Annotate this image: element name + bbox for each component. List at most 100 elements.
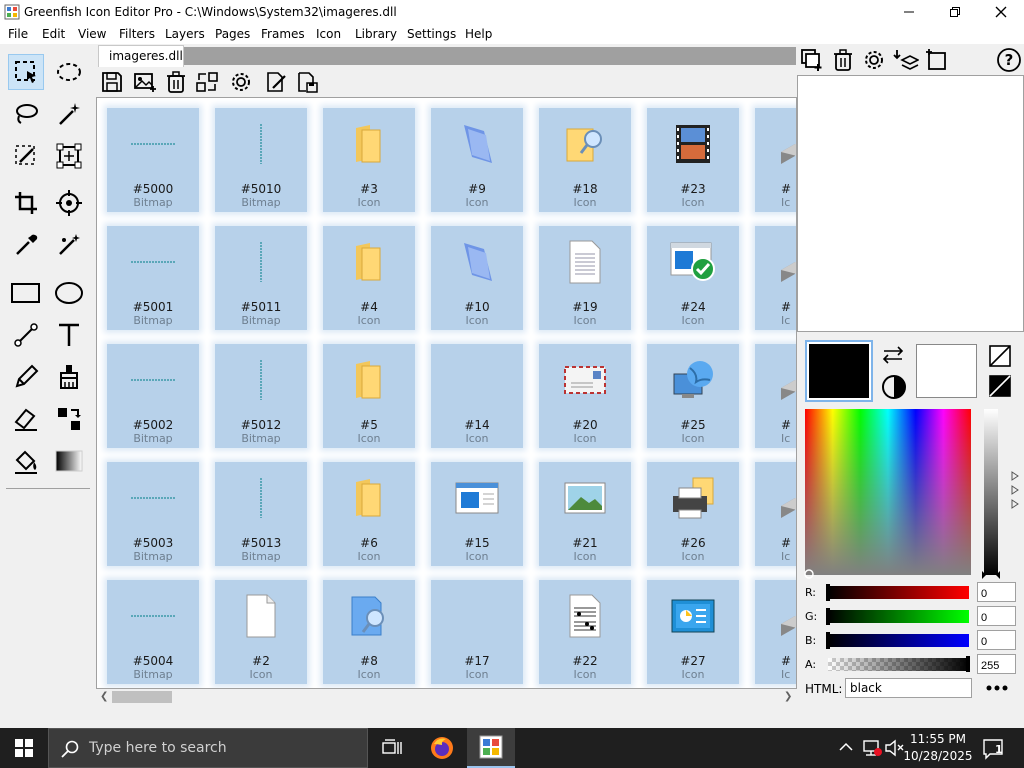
resource-tile[interactable]: #5001 Bitmap xyxy=(107,226,199,330)
resource-tile[interactable]: #27 Icon xyxy=(647,580,739,684)
color-picker-tool[interactable] xyxy=(8,227,44,263)
resource-tile[interactable]: #23 Icon xyxy=(647,108,739,212)
firefox-button[interactable] xyxy=(418,728,466,768)
resource-tile[interactable]: #14 Icon xyxy=(431,344,523,448)
save-resource-button[interactable] xyxy=(292,67,322,97)
scroll-left-icon[interactable]: ❮ xyxy=(100,691,108,702)
resource-tile[interactable]: #17 Icon xyxy=(431,580,523,684)
ellipse-select-tool[interactable] xyxy=(51,54,87,90)
color-replace-tool[interactable] xyxy=(51,227,87,263)
resource-tile[interactable]: #5002 Bitmap xyxy=(107,344,199,448)
color-spectrum[interactable] xyxy=(805,409,971,575)
minimize-button[interactable] xyxy=(886,0,932,24)
resource-tile[interactable]: #25 Icon xyxy=(647,344,739,448)
start-button[interactable] xyxy=(0,728,48,768)
delete-layer-button[interactable] xyxy=(829,46,857,74)
resource-tile[interactable]: #5003 Bitmap xyxy=(107,462,199,566)
menu-icon[interactable]: Icon xyxy=(316,27,341,41)
add-frame-button[interactable] xyxy=(922,46,950,74)
resource-tile-partial[interactable]: # Ic xyxy=(755,344,796,448)
transparent-color-icon[interactable] xyxy=(989,345,1011,367)
menu-pages[interactable]: Pages xyxy=(215,27,250,41)
spectrum-cursor-icon[interactable] xyxy=(803,568,815,580)
resource-tile[interactable]: #5010 Bitmap xyxy=(215,108,307,212)
layer-properties-button[interactable] xyxy=(860,46,888,74)
resource-tile-partial[interactable]: # Ic xyxy=(755,226,796,330)
resource-tile[interactable]: #20 Icon xyxy=(539,344,631,448)
crop-tool[interactable] xyxy=(8,185,44,221)
import-image-button[interactable] xyxy=(130,67,160,97)
inverted-color-icon[interactable] xyxy=(989,375,1011,397)
scroll-right-icon[interactable]: ❯ xyxy=(784,691,792,702)
merge-layers-button[interactable] xyxy=(892,46,920,74)
resource-tile[interactable]: #6 Icon xyxy=(323,462,415,566)
resource-tile[interactable]: #26 Icon xyxy=(647,462,739,566)
html-color-field[interactable] xyxy=(845,678,972,698)
resource-tile-partial[interactable]: # Ic xyxy=(755,462,796,566)
save-button[interactable] xyxy=(97,67,127,97)
help-button[interactable]: ? xyxy=(995,46,1023,74)
resource-tile[interactable]: #5012 Bitmap xyxy=(215,344,307,448)
menu-settings[interactable]: Settings xyxy=(407,27,456,41)
pencil-tool[interactable] xyxy=(8,359,44,395)
icon-editor-taskbar-button[interactable] xyxy=(467,728,515,768)
transform-tool[interactable] xyxy=(51,138,87,174)
rectangle-tool[interactable] xyxy=(8,275,44,311)
menu-help[interactable]: Help xyxy=(465,27,492,41)
gradient-tool[interactable] xyxy=(51,443,87,479)
magic-wand-tool[interactable] xyxy=(51,96,87,132)
resource-tile[interactable]: #5011 Bitmap xyxy=(215,226,307,330)
secondary-color-swatch[interactable] xyxy=(916,344,977,398)
resource-tile[interactable]: #2 Icon xyxy=(215,580,307,684)
replace-button[interactable] xyxy=(192,67,222,97)
rect-select-tool[interactable] xyxy=(8,54,44,90)
ellipse-tool[interactable] xyxy=(51,275,87,311)
resource-tile[interactable]: #4 Icon xyxy=(323,226,415,330)
resource-tile[interactable]: #19 Icon xyxy=(539,226,631,330)
resource-tile[interactable]: #22 Icon xyxy=(539,580,631,684)
system-clock[interactable]: 11:55 PM 10/28/2025 xyxy=(900,731,976,765)
resource-tile[interactable]: #3 Icon xyxy=(323,108,415,212)
red-value-field[interactable] xyxy=(977,582,1016,602)
resource-tile[interactable]: #15 Icon xyxy=(431,462,523,566)
swap-colors-icon[interactable] xyxy=(880,345,906,365)
resource-tile[interactable]: #8 Icon xyxy=(323,580,415,684)
resource-tile[interactable]: #21 Icon xyxy=(539,462,631,566)
resource-tile[interactable]: #9 Icon xyxy=(431,108,523,212)
text-tool[interactable] xyxy=(51,317,87,353)
menu-layers[interactable]: Layers xyxy=(165,27,205,41)
resource-tile-partial[interactable]: # Ic xyxy=(755,580,796,684)
blue-value-field[interactable] xyxy=(977,630,1016,650)
swap-colors-tool[interactable] xyxy=(51,401,87,437)
menu-file[interactable]: File xyxy=(8,27,28,41)
green-value-field[interactable] xyxy=(977,606,1016,626)
brush-tool[interactable] xyxy=(51,359,87,395)
fill-tool[interactable] xyxy=(8,443,44,479)
network-icon[interactable] xyxy=(862,739,882,757)
resource-tile[interactable]: #18 Icon xyxy=(539,108,631,212)
menu-frames[interactable]: Frames xyxy=(261,27,305,41)
resource-tile[interactable]: #5004 Bitmap xyxy=(107,580,199,684)
horizontal-scrollbar[interactable]: ❮ ❯ xyxy=(96,689,797,706)
primary-color-swatch[interactable] xyxy=(805,340,873,402)
lasso-tool[interactable] xyxy=(8,96,44,132)
properties-button[interactable] xyxy=(226,67,256,97)
maximize-button[interactable] xyxy=(932,0,978,24)
tab-imageres[interactable]: imageres.dll xyxy=(98,45,184,67)
eraser-tool[interactable] xyxy=(8,401,44,437)
task-view-button[interactable] xyxy=(368,728,416,768)
scroll-thumb[interactable] xyxy=(112,691,172,703)
pen-select-tool[interactable] xyxy=(8,138,44,174)
delete-button[interactable] xyxy=(161,67,191,97)
menu-library[interactable]: Library xyxy=(355,27,397,41)
chevron-up-icon[interactable] xyxy=(839,742,853,752)
more-options-icon[interactable] xyxy=(985,684,1009,692)
menu-filters[interactable]: Filters xyxy=(119,27,155,41)
resource-tile[interactable]: #5 Icon xyxy=(323,344,415,448)
resource-tile[interactable]: #5013 Bitmap xyxy=(215,462,307,566)
resource-tile[interactable]: #5000 Bitmap xyxy=(107,108,199,212)
taskbar-search[interactable]: Type here to search xyxy=(48,728,368,768)
menu-edit[interactable]: Edit xyxy=(42,27,65,41)
line-tool[interactable] xyxy=(8,317,44,353)
close-button[interactable] xyxy=(978,0,1024,24)
